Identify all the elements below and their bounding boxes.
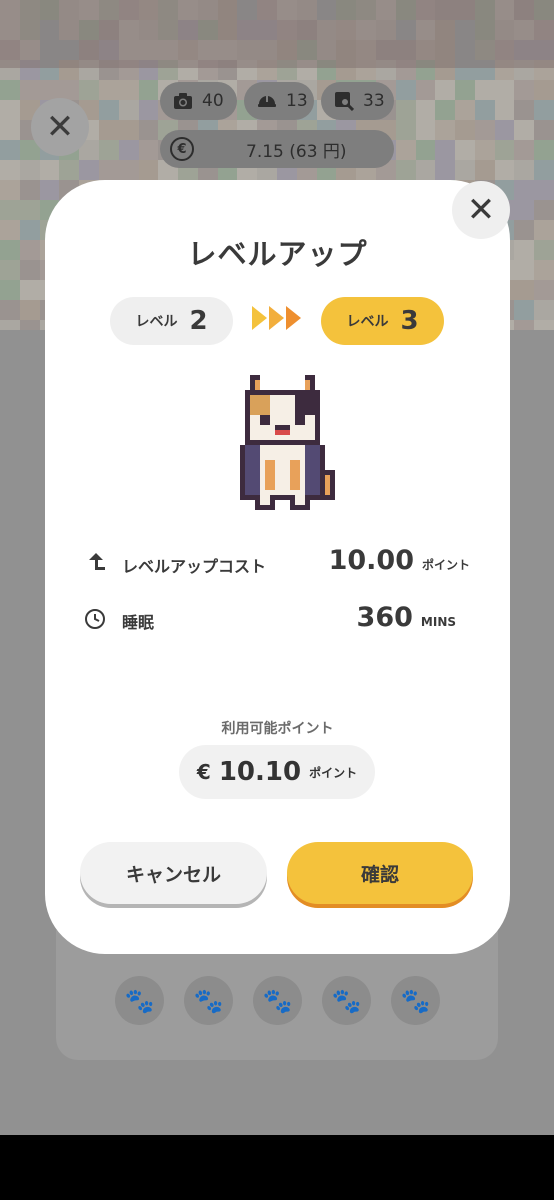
cost-unit: ポイント [421,558,470,572]
clock-icon [82,606,108,632]
balance-chip: € 7.15 (63 円) [160,130,394,168]
paw-icon: 🐾 [253,976,302,1025]
available-points-pill: € 10.10 ポイント [179,745,375,799]
cancel-button[interactable]: キャンセル [80,842,267,904]
camera-stat: 40 [160,82,237,120]
close-icon: ✕ [45,107,75,147]
next-level-pill: レベル 3 [321,297,444,345]
sleep-label: 睡眠 [122,613,155,632]
current-level-pill: レベル 2 [110,297,233,345]
close-icon: ✕ [466,190,496,230]
current-level-value: 2 [189,306,208,336]
background-close-button[interactable]: ✕ [31,98,89,156]
photo-search-stat: 33 [321,82,394,120]
coin-icon: € [196,760,211,784]
arrow-up-icon [82,550,108,576]
next-level-value: 3 [400,306,419,336]
pet-image [240,375,335,510]
paw-icon: 🐾 [184,976,233,1025]
helmet-icon [256,90,278,112]
coin-icon: € [170,137,194,161]
helmet-stat: 13 [244,82,314,120]
level-up-cost-value: 10.00 ポイント [329,545,470,576]
bottom-bar [0,1135,554,1200]
photo-search-count: 33 [363,91,385,111]
sleep-value: 360 MINS [357,602,456,633]
available-points-value: 10.10 [218,757,302,787]
helmet-count: 13 [286,91,308,111]
paw-icon: 🐾 [115,976,164,1025]
paw-slots: 🐾 🐾 🐾 🐾 🐾 [115,976,440,1025]
confirm-button[interactable]: 確認 [287,842,473,904]
sleep-amount: 360 [356,602,413,633]
modal-title: レベルアップ [187,237,368,271]
sleep-unit: MINS [420,615,456,629]
balance-text: 7.15 (63 円) [246,141,347,162]
next-level-label: レベル [346,314,389,330]
level-arrows-icon [252,306,304,336]
camera-icon [172,90,194,112]
cost-amount: 10.00 [328,545,414,576]
available-points-label: 利用可能ポイント [221,721,334,737]
photo-search-icon [333,90,355,112]
level-up-cost-label: レベルアップコスト [122,557,267,576]
available-points-unit: ポイント [309,765,358,780]
paw-icon: 🐾 [322,976,371,1025]
current-level-label: レベル [135,314,178,330]
camera-count: 40 [202,91,224,111]
paw-icon: 🐾 [391,976,440,1025]
